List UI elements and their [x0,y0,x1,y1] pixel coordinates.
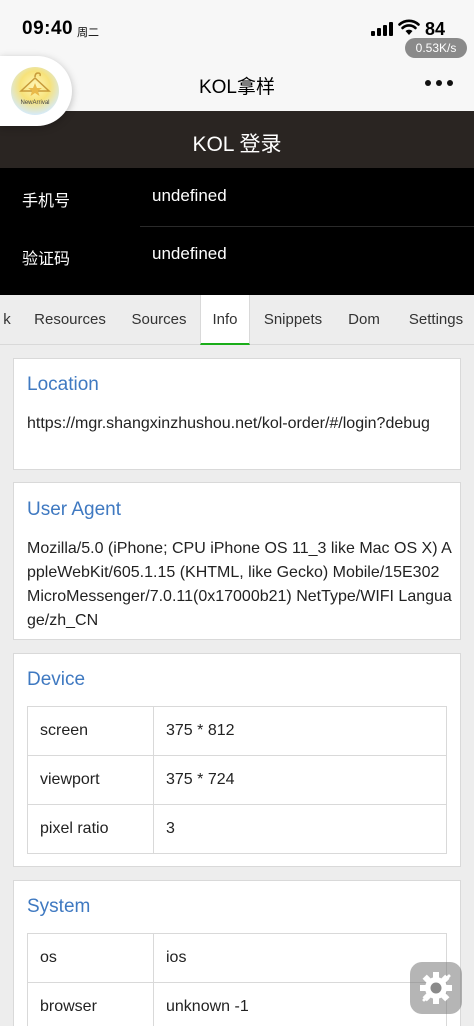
table-row: browser unknown -1 [27,982,447,1026]
tab-dom[interactable]: Dom [338,295,390,345]
brand-logo: NewArrival [11,67,59,115]
tab-network[interactable]: k [0,295,14,345]
code-input[interactable]: undefined [152,244,227,264]
device-key-screen: screen [27,706,154,756]
battery-level: 84 [425,19,446,39]
tab-settings[interactable]: Settings [398,295,474,345]
page-header: KOL 登录 [0,111,474,168]
more-menu-icon[interactable] [425,80,453,88]
location-title: Location [27,374,99,395]
status-bar: 09:40 周二 84 0.53K/s [0,0,474,58]
user-agent-title: User Agent [27,499,121,520]
wifi-icon [398,19,420,35]
tab-sources[interactable]: Sources [122,295,196,345]
page-title: KOL 登录 [192,133,282,156]
system-value-os: ios [153,933,447,983]
location-url: https://mgr.shangxinzhushou.net/kol-orde… [27,415,430,432]
signal-icon [371,22,393,36]
device-key-pixel-ratio: pixel ratio [27,804,154,854]
login-form: 手机号 undefined 验证码 undefined [0,168,474,295]
device-title: Device [27,669,86,690]
user-agent-card: User Agent Mozilla/5.0 (iPhone; CPU iPho… [13,482,461,640]
device-value-pixel-ratio: 3 [153,804,447,854]
gear-icon [420,972,452,1004]
device-card: Device screen 375 * 812 viewport 375 * 7… [13,653,461,867]
status-weekday: 周二 [77,27,99,39]
device-table: screen 375 * 812 viewport 375 * 724 pixe… [27,706,447,854]
logo-text: NewArrival [20,100,50,106]
device-value-viewport: 375 * 724 [153,755,447,805]
tab-info[interactable]: Info [200,295,250,345]
phone-label: 手机号 [22,193,71,210]
code-row[interactable]: 验证码 undefined [0,226,474,284]
network-speed-badge: 0.53K/s [405,38,467,58]
status-time: 09:40 [22,18,74,39]
system-card: System os ios browser unknown -1 [13,880,461,1026]
system-value-browser: unknown -1 [153,982,447,1026]
device-key-viewport: viewport [27,755,154,805]
vconsole-toggle-button[interactable] [410,962,462,1014]
user-agent-value: Mozilla/5.0 (iPhone; CPU iPhone OS 11_3 … [27,540,452,629]
info-panel[interactable]: Location https://mgr.shangxinzhushou.net… [0,345,474,1026]
tab-snippets[interactable]: Snippets [256,295,330,345]
code-label: 验证码 [22,251,71,268]
tab-resources[interactable]: Resources [24,295,116,345]
device-value-screen: 375 * 812 [153,706,447,756]
system-table: os ios browser unknown -1 [27,933,447,1026]
table-row: viewport 375 * 724 [27,755,447,805]
table-row: os ios [27,933,447,983]
table-row: pixel ratio 3 [27,804,447,854]
table-row: screen 375 * 812 [27,706,447,756]
system-title: System [27,896,91,917]
system-key-browser: browser [27,982,154,1026]
location-card: Location https://mgr.shangxinzhushou.net… [13,358,461,470]
system-key-os: os [27,933,154,983]
phone-input[interactable]: undefined [152,186,227,206]
console-tabbar: k Resources Sources Info Snippets Dom Se… [0,295,474,345]
phone-row[interactable]: 手机号 undefined [0,168,474,226]
floating-logo-button[interactable]: NewArrival [0,56,72,126]
